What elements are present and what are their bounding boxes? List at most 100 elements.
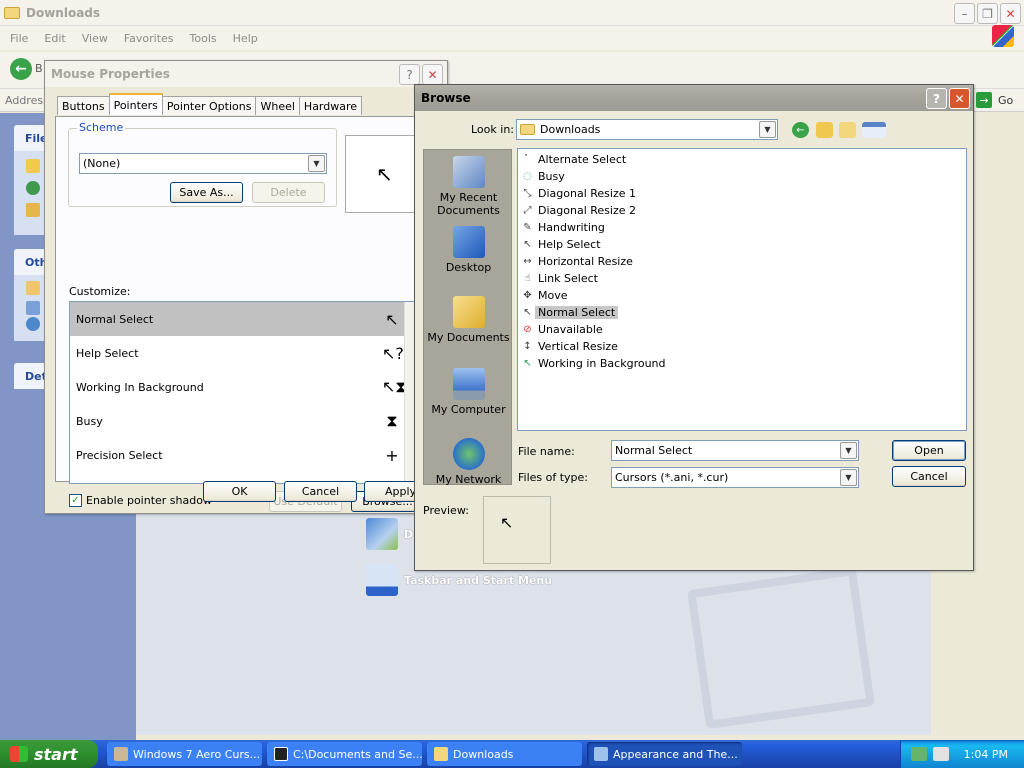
task-button-appearance[interactable]: Appearance and The... [587,742,742,766]
tab-strip: Buttons Pointers Pointer Options Wheel H… [57,93,363,115]
places-bar: My Recent Documents Desktop My Documents… [423,149,513,486]
file-item-working-in-background[interactable]: ↖ Working in Background [522,355,665,372]
watermark-icon [687,566,875,730]
menu-tools[interactable]: Tools [190,32,217,45]
pointer-shadow-option[interactable]: ✓ Enable pointer shadow [69,494,212,507]
open-button[interactable]: Open [892,440,966,461]
delete-button[interactable]: Delete [252,182,325,203]
help-button[interactable]: ? [399,64,420,85]
publish-web-icon[interactable] [26,181,40,195]
my-computer-icon [452,368,485,400]
maximize-button[interactable]: ❐ [977,3,998,24]
chevron-down-icon[interactable]: ▼ [759,121,776,138]
place-my-computer[interactable]: My Computer [424,368,513,416]
file-item-vertical-resize[interactable]: ↕ Vertical Resize [522,338,618,355]
tab-pointer-options[interactable]: Pointer Options [161,96,257,115]
tab-buttons[interactable]: Buttons [57,96,110,115]
back-arrow-icon[interactable]: ← [10,58,32,80]
file-item-horizontal-resize[interactable]: ↔ Horizontal Resize [522,253,633,270]
mouse-properties-titlebar: Mouse Properties [45,61,447,87]
go-button[interactable]: → Go [976,92,1013,108]
share-folder-icon[interactable] [26,203,40,217]
file-list[interactable]: ⠁ Alternate Select ◌ Busy ⤡ Diagonal Resize… [517,148,967,431]
tab-hardware[interactable]: Hardware [298,96,363,115]
folder-task-icon[interactable] [26,159,40,173]
place-my-network[interactable]: My Network [424,438,513,486]
back-label[interactable]: B [35,62,43,75]
chevron-down-icon[interactable]: ▼ [308,155,325,172]
cursor-row-busy[interactable]: Busy ⧗ [70,404,416,438]
cursor-row-precision-select[interactable]: Precision Select + [70,438,416,472]
network-icon[interactable] [26,317,40,331]
volume-icon[interactable] [933,747,949,761]
scheme-select[interactable]: (None) ▼ [79,153,327,174]
menu-file[interactable]: File [10,32,28,45]
folder-icon [520,124,535,135]
file-name: Unavailable [538,323,603,336]
chevron-down-icon[interactable]: ▼ [840,442,857,459]
back-arrow-icon[interactable]: ← [792,122,809,138]
cancel-button[interactable]: Cancel [892,466,966,487]
clock[interactable]: 1:04 PM [964,748,1008,761]
file-name-label: File name: [518,445,575,458]
file-item-normal-select[interactable]: ↖ Normal Select [522,304,619,321]
cursor-row-help-select[interactable]: Help Select ↖? [70,336,416,370]
menu-help[interactable]: Help [233,32,258,45]
scheme-group: Scheme (None) ▼ Save As... Delete [68,121,337,207]
place-label: Desktop [445,261,492,274]
cursor-list[interactable]: Normal Select ↖ Help Select ↖? Working I… [69,301,417,484]
menu-edit[interactable]: Edit [44,32,65,45]
cancel-button[interactable]: Cancel [284,481,357,502]
up-folder-icon[interactable] [816,122,833,138]
working-cursor-icon: ↖⧗ [382,377,407,396]
file-item-diagonal-resize-1[interactable]: ⤡ Diagonal Resize 1 [522,185,637,202]
minimize-button[interactable]: – [954,3,975,24]
place-my-documents[interactable]: My Documents [424,296,513,344]
cursor-row-normal-select[interactable]: Normal Select ↖ [70,302,416,336]
task-label: Downloads [453,747,514,761]
task-button-7zip[interactable]: C:\Documents and Se... [267,742,422,766]
tab-wheel[interactable]: Wheel [255,96,300,115]
file-item-help-select[interactable]: ↖ Help Select [522,236,600,253]
folder-icon [4,6,20,19]
menu-view[interactable]: View [82,32,108,45]
file-item-busy[interactable]: ◌ Busy [522,168,565,185]
desktop-icon [452,226,485,258]
tab-pointers[interactable]: Pointers [108,93,163,115]
file-item-move[interactable]: ✥ Move [522,287,567,304]
explorer-title: Downloads [26,5,101,20]
handwriting-icon: ✎ [523,222,532,233]
help-button[interactable]: ? [926,88,947,109]
look-in-select[interactable]: Downloads ▼ [516,119,778,140]
cursor-row-working-in-background[interactable]: Working In Background ↖⧗ [70,370,416,404]
ok-button[interactable]: OK [203,481,276,502]
file-item-unavailable[interactable]: ⊘ Unavailable [522,321,603,338]
close-button[interactable]: ✕ [949,88,970,109]
file-item-diagonal-resize-2[interactable]: ⤢ Diagonal Resize 2 [522,202,637,219]
close-button[interactable]: ✕ [1000,3,1021,24]
chevron-down-icon[interactable]: ▼ [840,469,857,486]
documents-icon[interactable] [26,281,40,295]
start-button[interactable]: start [0,740,98,768]
save-as-button[interactable]: Save As... [170,182,243,203]
file-name-input[interactable]: Normal Select ▼ [611,440,859,461]
file-name: Horizontal Resize [538,255,633,268]
menu-favorites[interactable]: Favorites [124,32,174,45]
place-my-recent-documents[interactable]: My Recent Documents [424,156,513,217]
file-item-alternate-select[interactable]: ⠁ Alternate Select [522,151,626,168]
new-folder-icon[interactable] [839,122,856,138]
computer-icon[interactable] [26,301,40,315]
safely-remove-icon[interactable] [911,747,927,761]
file-item-handwriting[interactable]: ✎ Handwriting [522,219,605,236]
task-button-downloads[interactable]: Downloads [427,742,582,766]
close-button[interactable]: ✕ [422,64,443,85]
file-item-link-select[interactable]: ☝ Link Select [522,270,598,287]
place-desktop[interactable]: Desktop [424,226,513,274]
pointer-shadow-checkbox[interactable]: ✓ [69,494,82,507]
view-menu-icon[interactable] [862,122,886,138]
panel-link-desktop[interactable]: D [366,518,413,550]
files-of-type-select[interactable]: Cursors (*.ani, *.cur) ▼ [611,467,859,488]
file-name: Busy [538,170,565,183]
mouse-properties-dialog: Mouse Properties ? ✕ Buttons Pointers Po… [44,60,448,514]
task-button-aero-cursors[interactable]: Windows 7 Aero Curs... [107,742,262,766]
